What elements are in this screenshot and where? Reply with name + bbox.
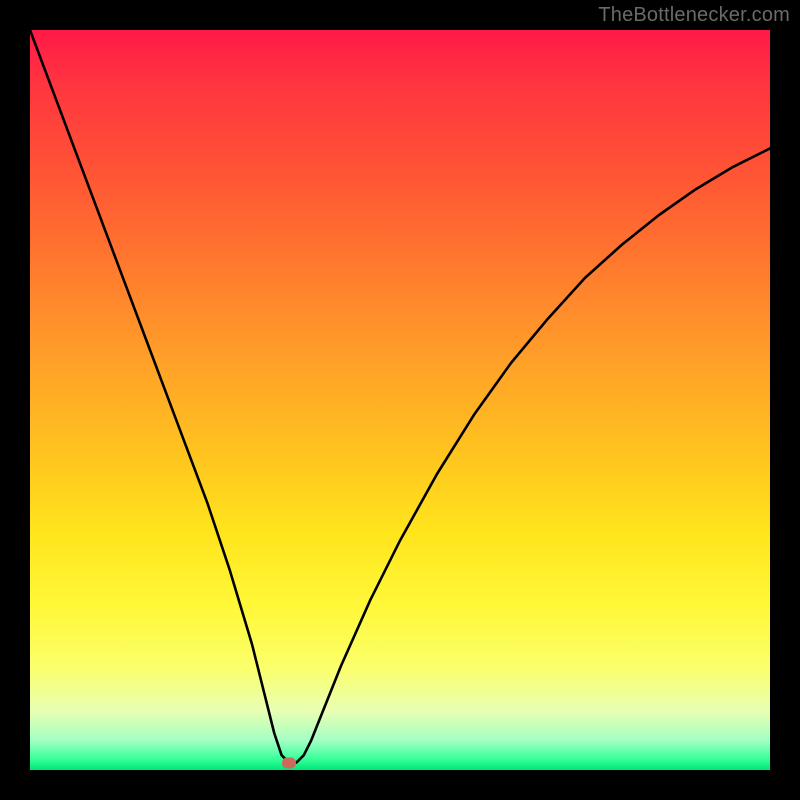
optimal-point-marker (282, 757, 296, 768)
curve-svg (30, 30, 770, 770)
plot-area (30, 30, 770, 770)
bottleneck-curve (30, 30, 770, 763)
chart-frame: TheBottlenecker.com (0, 0, 800, 800)
watermark-text: TheBottlenecker.com (598, 4, 790, 27)
